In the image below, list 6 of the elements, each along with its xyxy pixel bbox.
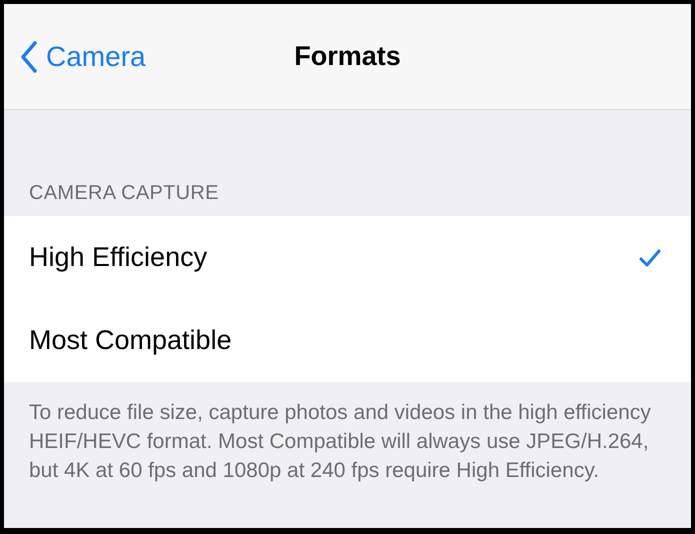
checkmark-icon — [639, 248, 661, 266]
section-header: CAMERA CAPTURE — [28, 181, 220, 206]
chevron-left-icon — [20, 40, 38, 72]
back-button[interactable]: Camera — [16, 36, 150, 78]
footer-text: To reduce file size, capture photos and videos in the high efficiency HEIF/HEVC format. Most Compatible will always use JPEG/H.264, but 4K at 60 fps and 1080p at 240 fps require High Efficiency. — [28, 400, 652, 484]
page-title: Formats — [294, 40, 401, 74]
